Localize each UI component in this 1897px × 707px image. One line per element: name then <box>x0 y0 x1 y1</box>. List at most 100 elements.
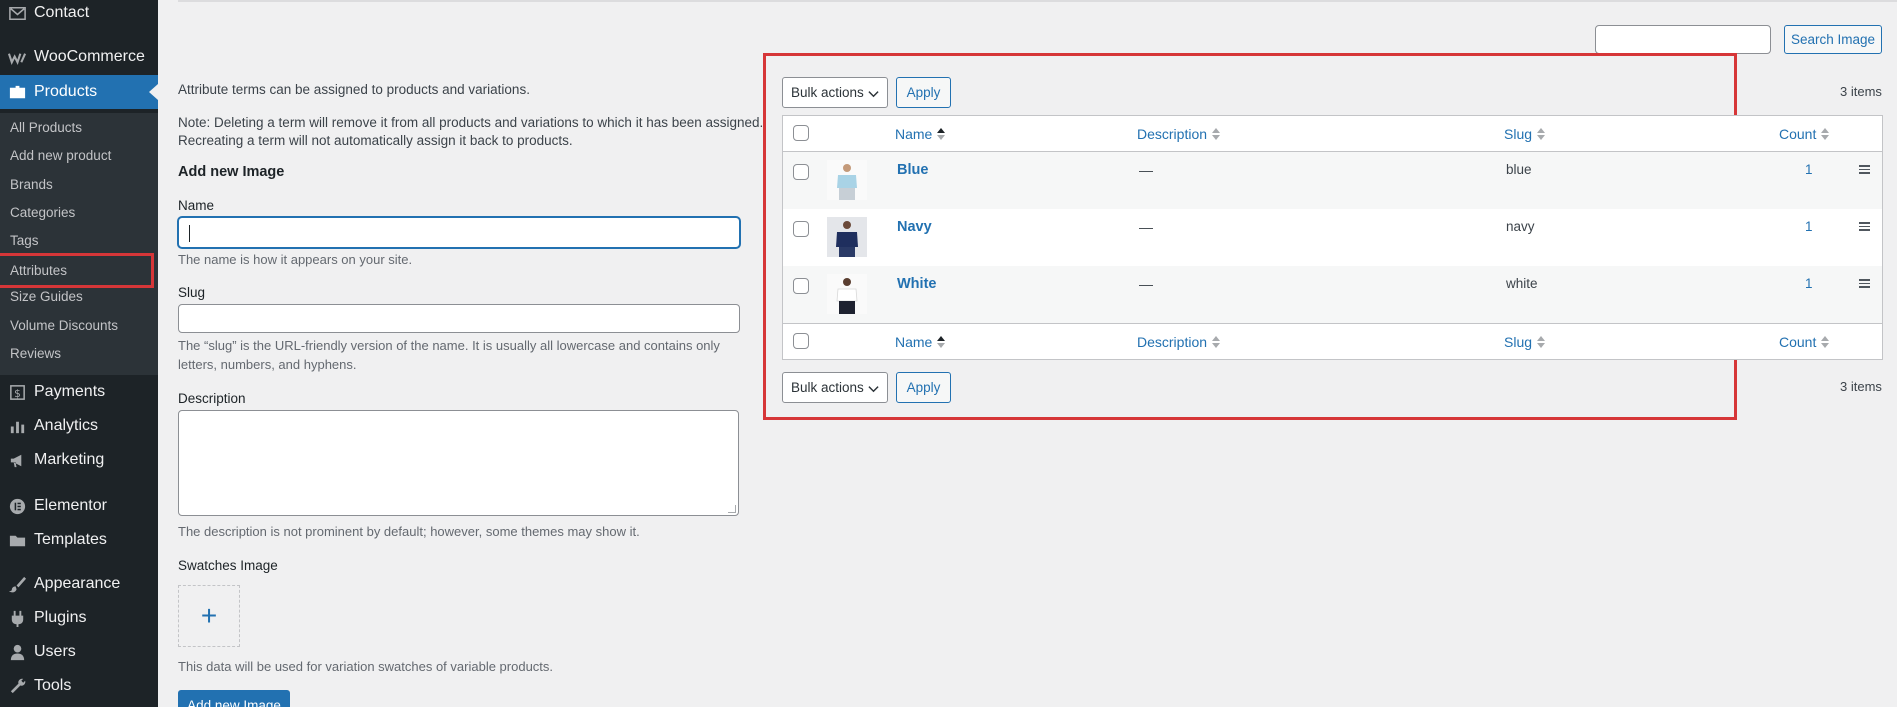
drag-handle-icon[interactable] <box>1859 165 1870 174</box>
submenu-volume-discounts[interactable]: Volume Discounts <box>10 314 118 338</box>
menu-users[interactable]: Users <box>0 635 158 669</box>
column-description-footer[interactable]: Description <box>1137 334 1221 350</box>
table-row: Blue — blue 1 <box>783 152 1882 209</box>
search-button[interactable]: Search Image <box>1784 25 1882 54</box>
menu-tools[interactable]: Tools <box>0 669 158 703</box>
woocommerce-icon <box>0 48 34 67</box>
sort-icon <box>936 127 946 141</box>
column-name-label: Name <box>895 334 933 350</box>
analytics-icon <box>0 417 34 436</box>
add-term-button[interactable]: Add new Image <box>178 690 290 707</box>
folder-icon <box>0 531 34 550</box>
column-name-footer[interactable]: Name <box>895 334 946 350</box>
sort-icon <box>1820 127 1830 141</box>
bulk-actions-select-bottom[interactable]: Bulk actions <box>782 372 888 403</box>
drag-handle-icon[interactable] <box>1859 222 1870 231</box>
term-description: — <box>1139 276 1153 292</box>
row-checkbox[interactable] <box>793 164 809 180</box>
wrench-icon <box>0 677 34 696</box>
items-count-top: 3 items <box>1840 84 1882 99</box>
select-all-checkbox-footer[interactable] <box>793 333 809 349</box>
term-slug: navy <box>1506 219 1535 234</box>
sort-icon <box>1820 335 1830 349</box>
term-name-link[interactable]: Navy <box>897 219 932 235</box>
term-name-link[interactable]: Blue <box>897 162 928 178</box>
column-count-label: Count <box>1779 334 1817 350</box>
column-description-label: Description <box>1137 334 1208 350</box>
shirt-shape <box>836 288 858 302</box>
menu-analytics[interactable]: Analytics <box>0 409 158 443</box>
select-all-checkbox[interactable] <box>793 125 809 141</box>
marketing-icon <box>0 451 34 470</box>
intro-text: Attribute terms can be assigned to produ… <box>178 82 530 97</box>
submenu-tags[interactable]: Tags <box>10 229 39 253</box>
term-thumbnail <box>827 274 867 314</box>
column-slug-label: Slug <box>1504 334 1533 350</box>
menu-contact[interactable]: Contact <box>0 0 158 30</box>
search-input[interactable] <box>1595 25 1771 54</box>
menu-label: Templates <box>34 531 107 548</box>
admin-sidebar: Contact WooCommerce Products All Product… <box>0 0 158 707</box>
column-count-label: Count <box>1779 126 1817 142</box>
term-slug: blue <box>1506 162 1532 177</box>
menu-label: Contact <box>34 4 90 21</box>
submenu-all-products[interactable]: All Products <box>10 116 82 140</box>
submenu-add-new-product[interactable]: Add new product <box>10 144 111 168</box>
menu-payments[interactable]: $ Payments <box>0 375 158 409</box>
table-row: White — white 1 <box>783 266 1882 323</box>
note-line-2: Recreating a term will not automatically… <box>178 133 573 148</box>
apply-button-bottom[interactable]: Apply <box>896 372 951 403</box>
term-description: — <box>1139 219 1153 235</box>
submenu-attributes[interactable]: Attributes <box>0 253 154 288</box>
term-name-link[interactable]: White <box>897 276 936 292</box>
term-count-link[interactable]: 1 <box>1805 162 1813 177</box>
submenu-size-guides[interactable]: Size Guides <box>10 285 83 309</box>
name-label: Name <box>178 198 215 213</box>
description-textarea[interactable] <box>178 410 739 516</box>
term-slug: white <box>1506 276 1538 291</box>
row-checkbox[interactable] <box>793 278 809 294</box>
menu-plugins[interactable]: Plugins <box>0 601 158 635</box>
header-divider <box>178 0 1897 2</box>
swatch-label: Swatches Image <box>178 558 278 573</box>
slug-help-2: letters, numbers, and hyphens. <box>178 357 357 372</box>
apply-button-top[interactable]: Apply <box>896 77 951 108</box>
column-name[interactable]: Name <box>895 126 946 142</box>
menu-woocommerce[interactable]: WooCommerce <box>0 40 158 74</box>
form-heading: Add new Image <box>178 164 285 180</box>
term-count-link[interactable]: 1 <box>1805 219 1813 234</box>
table-footer: Name Description Slug Count <box>783 323 1882 359</box>
menu-templates[interactable]: Templates <box>0 523 158 557</box>
mail-icon <box>0 4 34 23</box>
sort-icon <box>936 335 946 349</box>
menu-products[interactable]: Products <box>0 75 158 109</box>
row-checkbox[interactable] <box>793 221 809 237</box>
menu-marketing[interactable]: Marketing <box>0 443 158 477</box>
submenu-reviews[interactable]: Reviews <box>10 342 61 366</box>
name-input[interactable] <box>178 217 740 248</box>
column-description[interactable]: Description <box>1137 126 1221 142</box>
column-slug[interactable]: Slug <box>1504 126 1546 142</box>
term-count-link[interactable]: 1 <box>1805 276 1813 291</box>
column-count[interactable]: Count <box>1779 126 1830 142</box>
column-count-footer[interactable]: Count <box>1779 334 1830 350</box>
submenu-categories[interactable]: Categories <box>10 201 75 225</box>
menu-label: Payments <box>34 383 106 400</box>
items-count-bottom: 3 items <box>1840 379 1882 394</box>
column-name-label: Name <box>895 126 933 142</box>
swatch-upload-button[interactable]: + <box>178 585 240 647</box>
menu-appearance[interactable]: Appearance <box>0 567 158 601</box>
bulk-actions-label: Bulk actions <box>791 380 864 395</box>
slug-input[interactable] <box>178 304 740 333</box>
chevron-down-icon <box>868 386 879 393</box>
submenu-brands[interactable]: Brands <box>10 173 53 197</box>
menu-label: Analytics <box>34 417 99 434</box>
menu-label: Tools <box>34 677 72 694</box>
column-description-label: Description <box>1137 126 1208 142</box>
shirt-shape <box>837 175 857 188</box>
text-caret <box>189 225 190 242</box>
column-slug-footer[interactable]: Slug <box>1504 334 1546 350</box>
menu-elementor[interactable]: Elementor <box>0 489 158 523</box>
bulk-actions-select-top[interactable]: Bulk actions <box>782 77 888 108</box>
drag-handle-icon[interactable] <box>1859 279 1870 288</box>
